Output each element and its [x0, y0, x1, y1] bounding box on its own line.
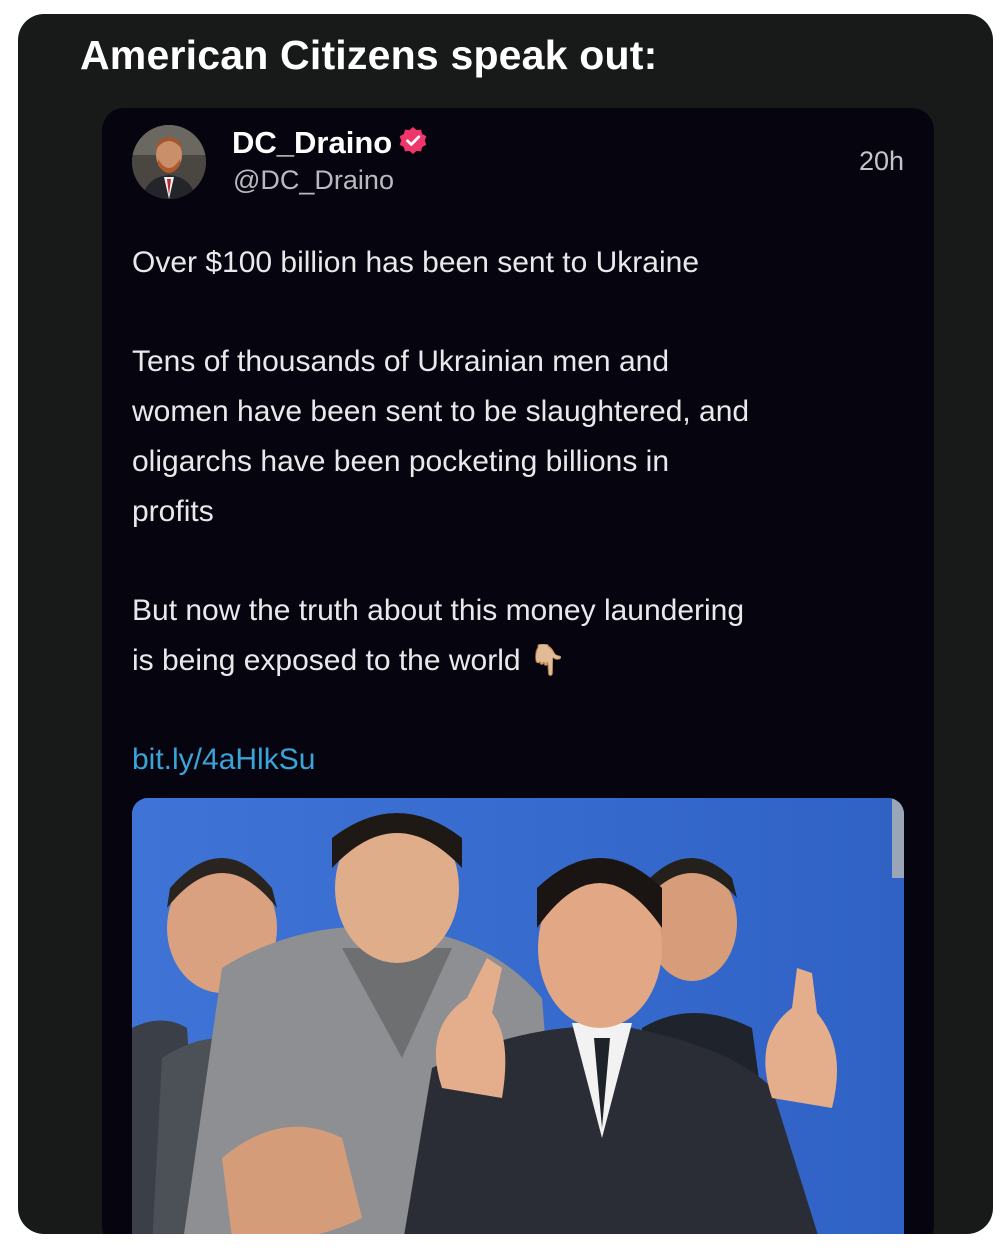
avatar[interactable]: [132, 125, 206, 199]
headline: American Citizens speak out:: [80, 32, 658, 78]
photo-image: [132, 798, 904, 1234]
tweet-paragraph: But now the truth about this money laund…: [132, 594, 745, 677]
embedded-tweet-card[interactable]: DC_Draino @DC_Draino 20h Over $100 billi…: [102, 108, 934, 1234]
avatar-image: [132, 125, 206, 199]
author-name-text[interactable]: DC_Draino: [232, 125, 392, 160]
tweet-body: Over $100 billion has been sent to Ukrai…: [132, 238, 922, 785]
tweet-media-photo[interactable]: [132, 798, 904, 1234]
tweet-paragraph: Over $100 billion has been sent to Ukrai…: [132, 246, 700, 279]
tweet-link[interactable]: bit.ly/4aHlkSu: [132, 735, 922, 785]
post-frame: American Citizens speak out: DC_Draino @…: [18, 14, 993, 1234]
tweet-timestamp[interactable]: 20h: [859, 146, 904, 177]
author-display-name[interactable]: DC_Draino: [232, 125, 428, 161]
verified-badge-icon: [398, 126, 428, 156]
tweet-paragraph: Tens of thousands of Ukrainian men and w…: [132, 345, 750, 528]
author-handle[interactable]: @DC_Draino: [233, 165, 394, 196]
